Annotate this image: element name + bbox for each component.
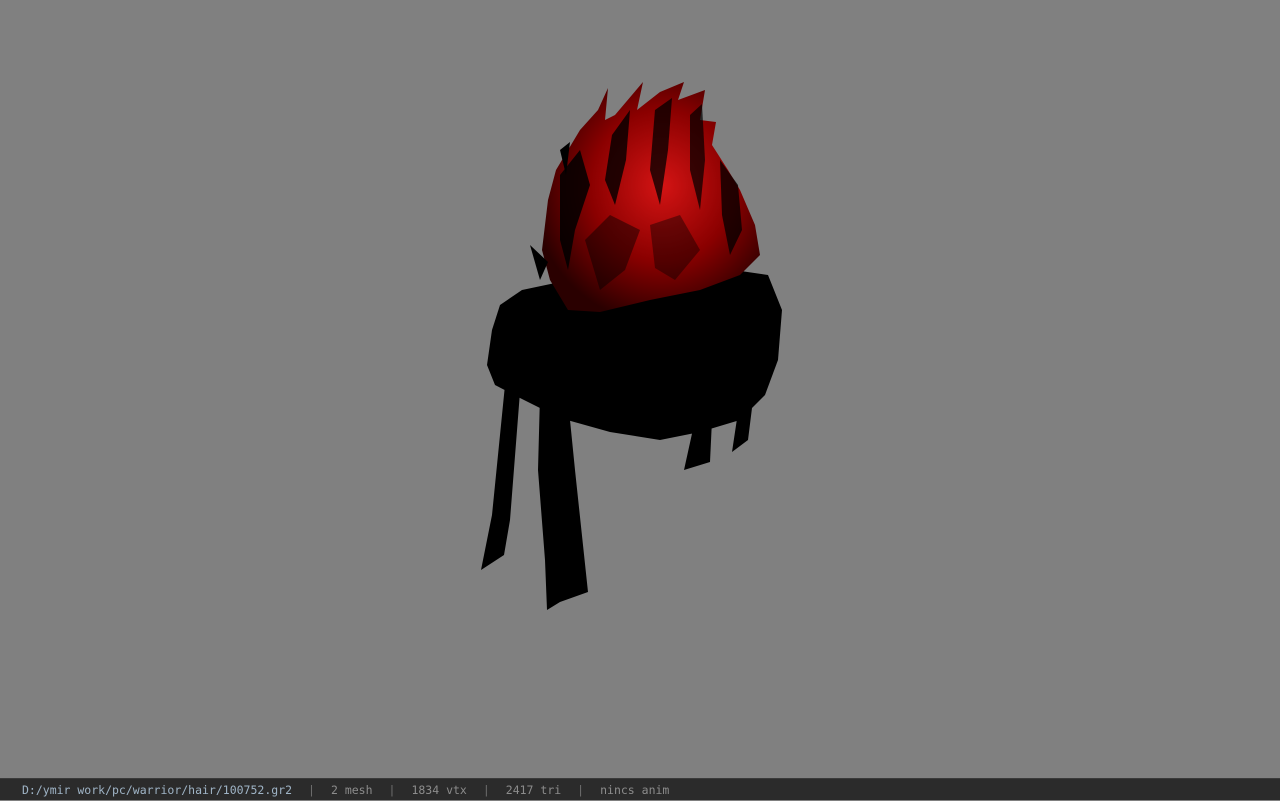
status-separator: | <box>308 782 315 797</box>
status-mesh-count: 2 mesh <box>330 782 373 797</box>
status-separator: | <box>482 782 490 797</box>
status-bar: D:/ymir work/pc/warrior/hair/100752.gr2 … <box>0 778 1280 800</box>
status-vertex-count: 1834 vtx <box>411 782 467 797</box>
3d-viewport[interactable] <box>0 0 1280 778</box>
status-file-path: D:/ymir work/pc/warrior/hair/100752.gr2 <box>22 782 293 797</box>
status-animation: nincs anim <box>600 782 670 797</box>
status-separator: | <box>577 782 585 797</box>
status-triangle-count: 2417 tri <box>505 782 562 797</box>
ribbon-left-outer <box>481 385 520 570</box>
ribbon-left-inner <box>538 395 588 610</box>
status-separator: | <box>388 782 396 797</box>
hair-model-render <box>481 82 782 610</box>
